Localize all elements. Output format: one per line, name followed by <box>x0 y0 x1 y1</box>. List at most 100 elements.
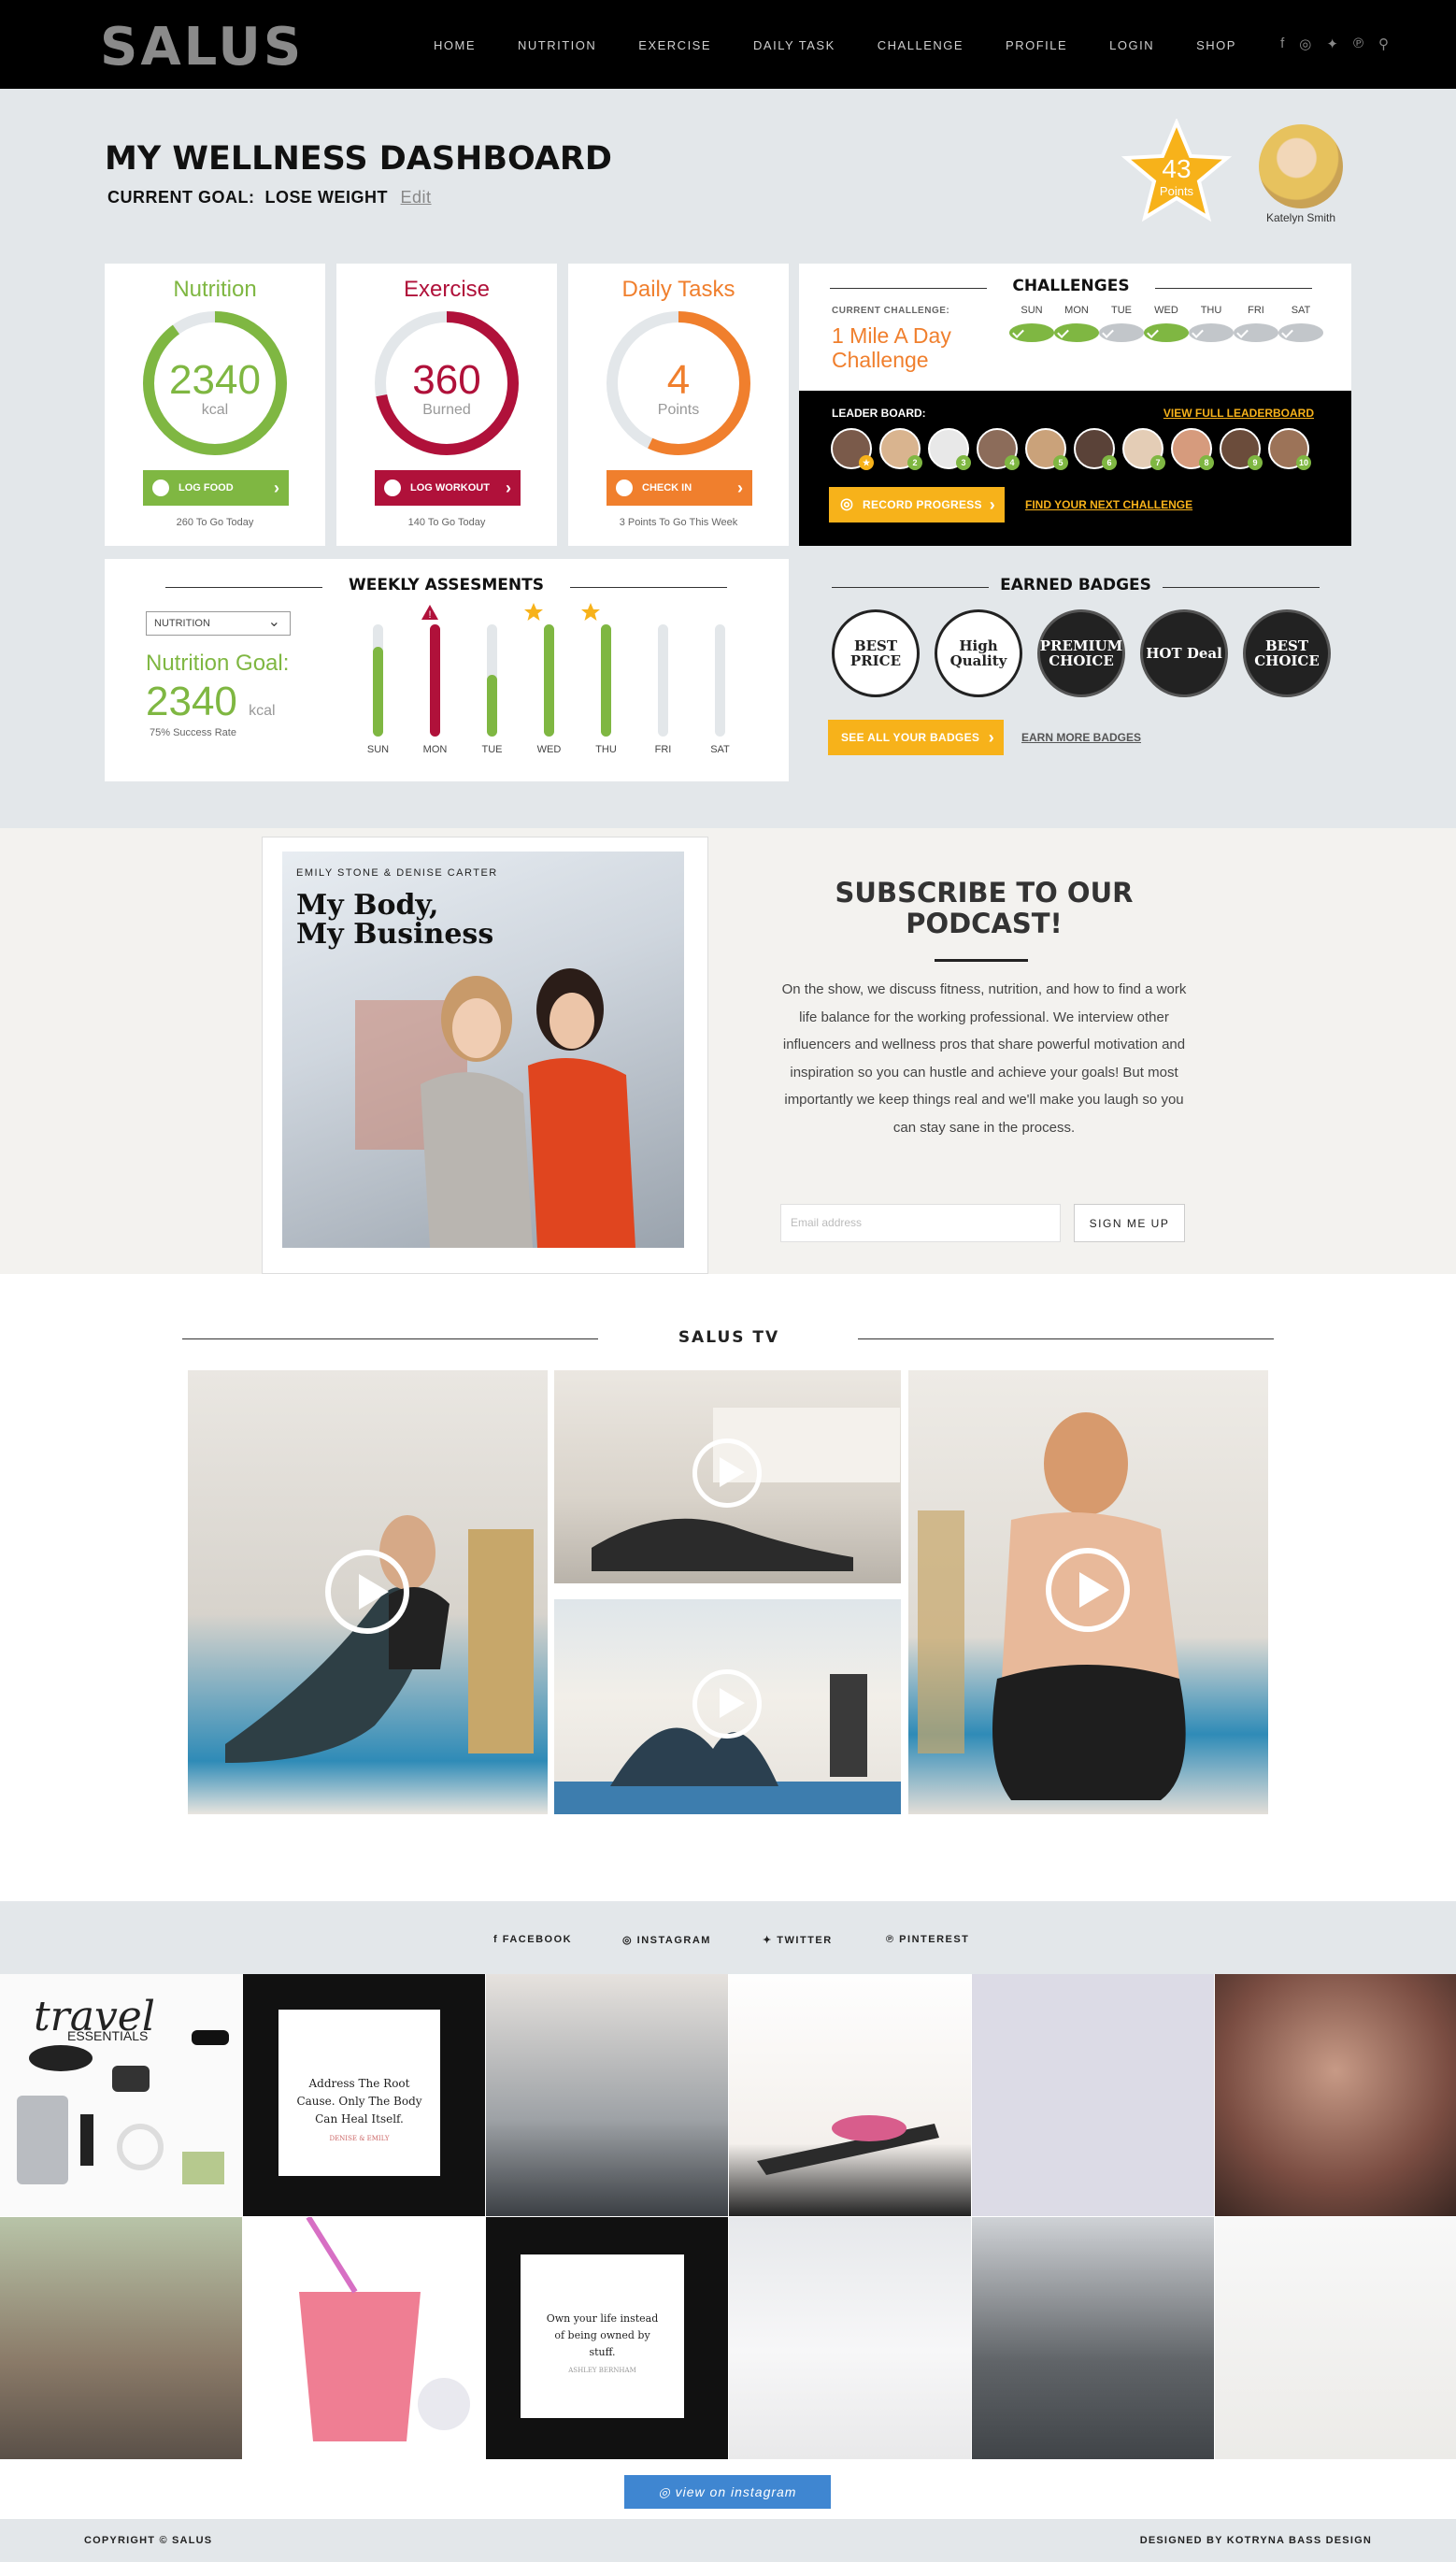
view-leaderboard-link[interactable]: VIEW FULL LEADERBOARD <box>1163 407 1314 420</box>
play-icon[interactable] <box>325 1550 409 1634</box>
podcast-heading: SUBSCRIBE TO OUR PODCAST! <box>835 877 1134 939</box>
bar-track <box>658 624 668 737</box>
badge-hot-deal[interactable]: HOT Deal <box>1140 609 1228 697</box>
instagram-post[interactable] <box>729 2217 971 2459</box>
quote-text: Own your life instead of being owned by … <box>546 2312 659 2358</box>
avatar[interactable]: 4 <box>977 428 1020 470</box>
instagram-icon[interactable]: ◎ <box>1299 36 1311 52</box>
chevron-right-icon: › <box>506 479 511 497</box>
video-tile[interactable] <box>908 1370 1268 1814</box>
record-progress-button[interactable]: ◎ RECORD PROGRESS › <box>829 487 1005 522</box>
video-tile[interactable] <box>188 1370 548 1814</box>
instagram-post[interactable] <box>486 1974 728 2216</box>
check-in-button[interactable]: CHECK IN › <box>607 470 752 506</box>
instagram-post[interactable] <box>0 2217 242 2459</box>
instagram-icon: ◎ <box>658 2484 676 2499</box>
copyright: COPYRIGHT © SALUS <box>84 2535 213 2546</box>
facebook-link[interactable]: f FACEBOOK <box>493 1934 572 1945</box>
instagram-post[interactable] <box>729 1974 971 2216</box>
play-icon[interactable] <box>692 1669 762 1739</box>
divider <box>858 1338 1274 1339</box>
instagram-post[interactable]: Address The Root Cause. Only The Body Ca… <box>243 1974 485 2216</box>
avatar[interactable]: 6 <box>1074 428 1117 470</box>
day-bar: THU <box>578 624 635 765</box>
video-tile[interactable] <box>554 1370 901 1583</box>
button-label: SEE ALL YOUR BADGES <box>841 731 980 744</box>
tasks-footer: 3 Points To Go This Week <box>619 517 738 528</box>
challenge-day: SAT <box>1278 305 1323 342</box>
avatar[interactable]: 8 <box>1171 428 1214 470</box>
badge-high-quality[interactable]: High Quality <box>935 609 1022 697</box>
search-icon[interactable]: ⚲ <box>1378 36 1389 52</box>
play-icon[interactable] <box>692 1438 762 1508</box>
badge-best-choice[interactable]: BEST CHOICE <box>1243 609 1331 697</box>
edit-goal-link[interactable]: Edit <box>401 188 432 207</box>
instagram-post[interactable] <box>1215 2217 1456 2459</box>
earn-more-badges-link[interactable]: EARN MORE BADGES <box>1021 731 1141 744</box>
sign-up-button[interactable]: SIGN ME UP <box>1074 1204 1185 1242</box>
avatar[interactable]: 2 <box>879 428 922 470</box>
instagram-post[interactable]: Own your life instead of being owned by … <box>486 2217 728 2459</box>
exercise-value: 360 <box>412 357 481 403</box>
check-icon <box>1189 323 1234 342</box>
link-label: FACEBOOK <box>502 1934 573 1945</box>
nav-exercise[interactable]: EXERCISE <box>638 38 711 52</box>
nav-nutrition[interactable]: NUTRITION <box>518 38 596 52</box>
bar-track <box>487 624 497 737</box>
next-challenge-link[interactable]: FIND YOUR NEXT CHALLENGE <box>1025 498 1192 511</box>
nav-challenge[interactable]: CHALLENGE <box>878 38 964 52</box>
avatar[interactable]: ★ <box>831 428 874 470</box>
video-tile[interactable] <box>554 1599 901 1814</box>
nav-home[interactable]: HOME <box>434 38 476 52</box>
current-challenge-name[interactable]: 1 Mile A Day Challenge <box>832 323 981 372</box>
nav-profile[interactable]: PROFILE <box>1006 38 1067 52</box>
email-input[interactable]: Email address <box>780 1204 1061 1242</box>
leaderboard-panel: LEADER BOARD: VIEW FULL LEADERBOARD ★ 2 … <box>799 391 1351 546</box>
nav-shop[interactable]: SHOP <box>1196 38 1236 52</box>
bar-track <box>601 624 611 737</box>
page-title: MY WELLNESS DASHBOARD <box>105 140 612 178</box>
badge-best-price[interactable]: BEST PRICE <box>832 609 920 697</box>
designer-credit[interactable]: DESIGNED BY KOTRYNA BASS DESIGN <box>1140 2535 1372 2546</box>
rank-badge: 2 <box>907 455 922 470</box>
view-on-instagram-button[interactable]: ◎ view on instagram <box>624 2475 831 2509</box>
challenge-day: TUE <box>1099 305 1144 342</box>
button-label: CHECK IN <box>642 482 692 494</box>
pinterest-icon: ℗ <box>886 1934 900 1945</box>
check-icon <box>1234 323 1278 342</box>
nav-login[interactable]: LOGIN <box>1109 38 1154 52</box>
facebook-icon[interactable]: f <box>1280 36 1284 52</box>
avatar[interactable]: 5 <box>1025 428 1068 470</box>
instagram-post[interactable] <box>972 1974 1214 2216</box>
bar-track <box>373 624 383 737</box>
divider <box>832 587 989 588</box>
points-label: Points <box>1159 184 1194 198</box>
avatar[interactable] <box>1259 124 1343 208</box>
twitter-link[interactable]: ✦ TWITTER <box>763 1934 833 1946</box>
nav-daily-task[interactable]: DAILY TASK <box>753 38 835 52</box>
pinterest-icon[interactable]: ℗ <box>1353 36 1363 52</box>
assessment-select[interactable]: NUTRITION <box>146 611 291 636</box>
instagram-post[interactable] <box>1215 1974 1456 2216</box>
see-all-badges-button[interactable]: SEE ALL YOUR BADGES › <box>828 720 1004 755</box>
badge-premium-choice[interactable]: PREMIUM CHOICE <box>1037 609 1125 697</box>
pinterest-link[interactable]: ℗ PINTEREST <box>886 1934 969 1945</box>
top-navbar: SALUS HOME NUTRITION EXERCISE DAILY TASK… <box>0 0 1456 89</box>
current-challenge-label: CURRENT CHALLENGE: <box>832 306 950 316</box>
avatar[interactable]: 10 <box>1268 428 1311 470</box>
instagram-post[interactable] <box>243 2217 485 2459</box>
avatar[interactable]: 9 <box>1220 428 1263 470</box>
instagram-post[interactable] <box>972 2217 1214 2459</box>
log-workout-button[interactable]: LOG WORKOUT › <box>375 470 521 506</box>
apple-icon <box>152 479 169 496</box>
instagram-post[interactable]: travel ESSENTIALS <box>0 1974 242 2216</box>
twitter-icon[interactable]: ✦ <box>1326 36 1338 52</box>
chevron-right-icon: › <box>988 728 994 747</box>
log-food-button[interactable]: LOG FOOD › <box>143 470 289 506</box>
play-icon[interactable] <box>1046 1548 1130 1632</box>
twitter-icon: ✦ <box>763 1935 778 1946</box>
site-logo[interactable]: SALUS <box>100 17 304 78</box>
avatar[interactable]: 3 <box>928 428 971 470</box>
avatar[interactable]: 7 <box>1122 428 1165 470</box>
instagram-link[interactable]: ◎ INSTAGRAM <box>622 1934 711 1946</box>
